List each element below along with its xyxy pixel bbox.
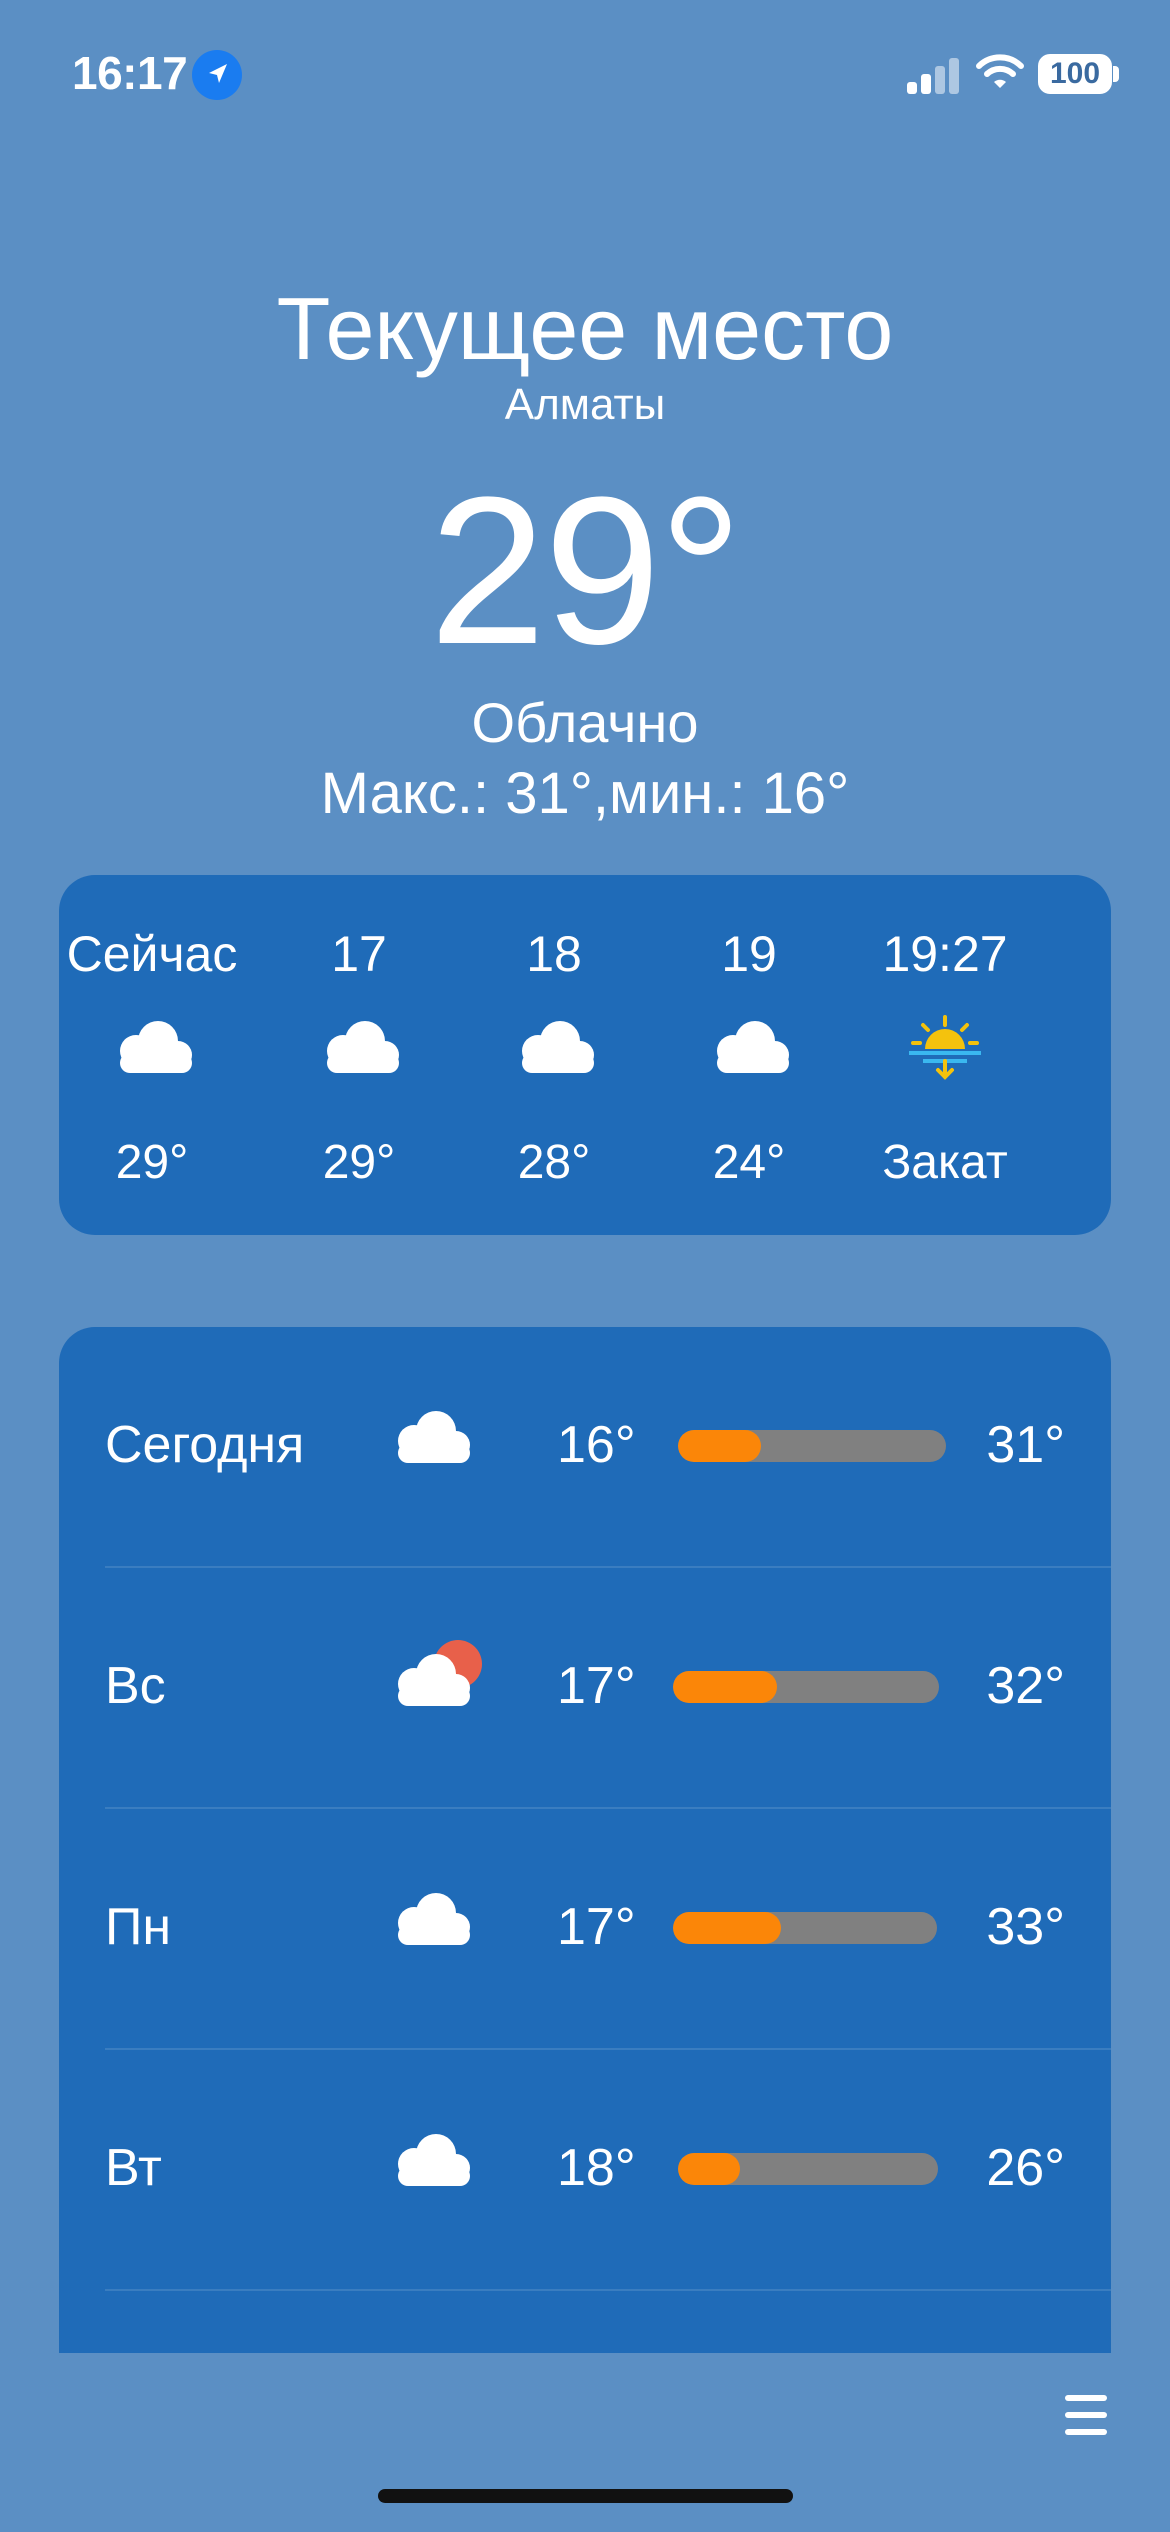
- home-indicator[interactable]: [378, 2489, 793, 2503]
- day-row[interactable]: Вс 17° 32°: [59, 1568, 1111, 1809]
- location-arrow-icon: [192, 50, 242, 100]
- day-max-temp: 26°: [986, 2139, 1065, 2197]
- hour-item: 18 28°: [454, 875, 654, 1235]
- cloud-icon: [106, 1015, 198, 1080]
- hour-item: 19:27 Закат: [845, 875, 1045, 1235]
- day-min-temp: 17°: [557, 1898, 636, 1956]
- day-min-temp: 16°: [557, 1416, 636, 1474]
- day-row[interactable]: Вт 18° 26°: [59, 2050, 1111, 2291]
- cloud-icon: [703, 1015, 795, 1080]
- day-max-temp: 31°: [986, 1416, 1065, 1474]
- hour-item: Сейчас 29°: [52, 875, 252, 1235]
- weather-screen: 16:17 100 Текущее место Алматы 29° Облач…: [0, 0, 1170, 2532]
- temp-range-bar: [678, 1430, 946, 1462]
- day-row[interactable]: Пн 17° 33°: [59, 1809, 1111, 2050]
- cloud-icon: [384, 1405, 476, 1470]
- cloud-icon: [508, 1015, 600, 1080]
- divider: [105, 2289, 1111, 2291]
- cloud-icon: [384, 2128, 476, 2193]
- hour-temp: Закат: [882, 1136, 1008, 1189]
- battery-icon: 100: [1038, 54, 1112, 94]
- day-name: Вс: [105, 1657, 166, 1715]
- day-name: Вт: [105, 2139, 162, 2197]
- cloud-sun-icon: [384, 1640, 484, 1713]
- list-button[interactable]: [1065, 2395, 1107, 2441]
- location-title: Текущее место: [276, 279, 894, 378]
- hour-label: 17: [331, 926, 387, 982]
- hour-label: 19:27: [882, 926, 1008, 982]
- temp-range-bar: [673, 1671, 939, 1703]
- cloud-icon: [313, 1015, 405, 1080]
- temp-range-fill: [673, 1671, 777, 1703]
- hour-temp: 29°: [322, 1136, 396, 1189]
- hourly-forecast-card[interactable]: Сейчас 29° 17 29° 18 28° 19 24° 19:27 За…: [59, 875, 1111, 1235]
- temp-range-bar: [673, 1912, 937, 1944]
- day-max-temp: 32°: [986, 1657, 1065, 1715]
- current-temperature: 29°: [429, 453, 743, 688]
- list-line: [1065, 2412, 1107, 2418]
- day-row[interactable]: Сегодня 16° 31°: [59, 1327, 1111, 1568]
- temp-range-fill: [678, 2153, 741, 2185]
- day-name: Сегодня: [105, 1416, 305, 1474]
- temp-range-bar: [678, 2153, 938, 2185]
- wifi-icon: [975, 52, 1025, 92]
- day-min-temp: 17°: [557, 1657, 636, 1715]
- hour-temp: 28°: [517, 1136, 591, 1189]
- hour-temp: 24°: [712, 1136, 786, 1189]
- day-name: Пн: [105, 1898, 172, 1956]
- sunset-icon: [905, 1015, 985, 1086]
- battery-tip: [1113, 66, 1119, 82]
- hour-label: 18: [526, 926, 582, 982]
- list-line: [1065, 2429, 1107, 2435]
- status-time: 16:17: [72, 47, 188, 99]
- hour-item: 17 29°: [259, 875, 459, 1235]
- location-city: Алматы: [504, 380, 666, 429]
- temp-range-fill: [673, 1912, 782, 1944]
- day-min-temp: 18°: [557, 2139, 636, 2197]
- daily-forecast-card[interactable]: Сегодня 16° 31° Вс 17° 32° Пн 17° 33° Вт…: [59, 1327, 1111, 2353]
- list-line: [1065, 2395, 1107, 2401]
- condition-text: Облачно: [471, 691, 699, 754]
- day-max-temp: 33°: [986, 1898, 1065, 1956]
- hour-temp: 29°: [115, 1136, 189, 1189]
- min-max-text: Макс.: 31°,мин.: 16°: [320, 761, 850, 826]
- signal-icon: [905, 56, 960, 96]
- hour-label: Сейчас: [66, 926, 238, 982]
- temp-range-fill: [678, 1430, 762, 1462]
- cloud-icon: [384, 1887, 476, 1952]
- hour-item: 19 24°: [649, 875, 849, 1235]
- hour-label: 19: [721, 926, 777, 982]
